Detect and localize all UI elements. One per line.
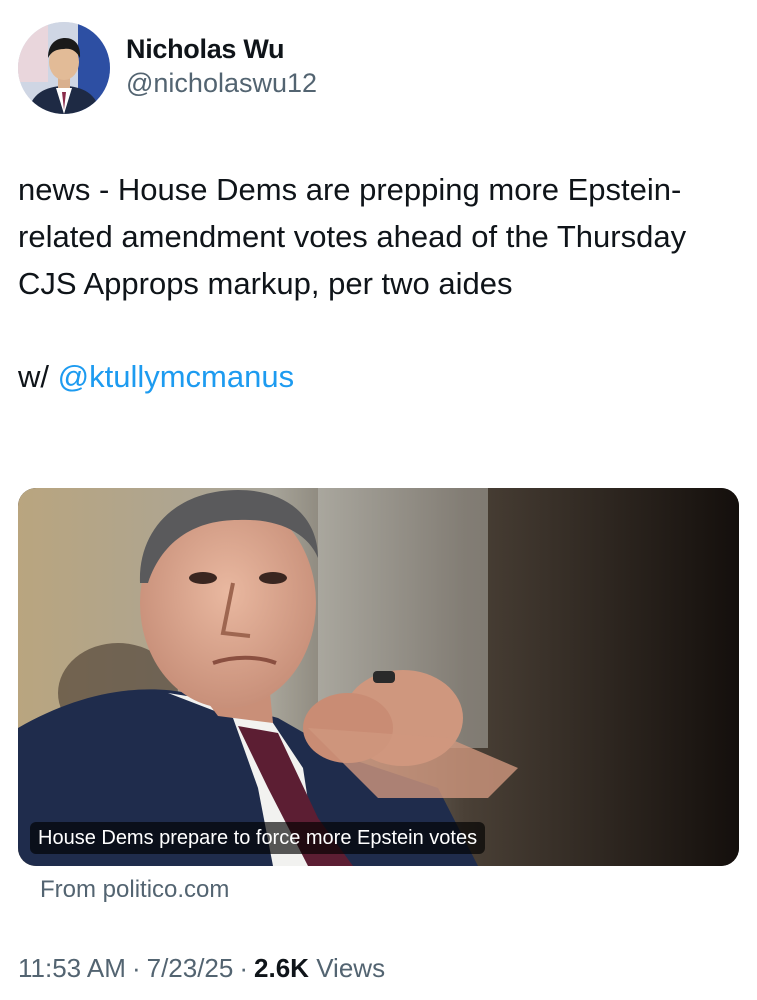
tweet-text: news - House Dems are prepping more Epst… bbox=[18, 166, 738, 400]
tweet-meta: 11:53 AM · 7/23/25 · 2.6K Views bbox=[18, 953, 385, 984]
tweet-date[interactable]: 7/23/25 bbox=[147, 953, 234, 983]
avatar-image bbox=[18, 22, 110, 114]
mention-link[interactable]: @ktullymcmanus bbox=[58, 359, 294, 394]
author-names: Nicholas Wu @nicholaswu12 bbox=[126, 32, 317, 100]
author-handle[interactable]: @nicholaswu12 bbox=[126, 66, 317, 100]
meta-separator: · bbox=[131, 953, 141, 983]
tweet: Nicholas Wu @nicholaswu12 news - House D… bbox=[0, 0, 757, 1000]
link-card[interactable]: House Dems prepare to force more Epstein… bbox=[18, 488, 739, 866]
card-image bbox=[18, 488, 739, 866]
avatar[interactable] bbox=[18, 22, 110, 114]
card-source[interactable]: From politico.com bbox=[40, 876, 229, 904]
views-count: 2.6K bbox=[254, 953, 309, 983]
tweet-text-main: news - House Dems are prepping more Epst… bbox=[18, 172, 687, 301]
author-display-name[interactable]: Nicholas Wu bbox=[126, 32, 317, 66]
meta-separator: · bbox=[239, 953, 249, 983]
views-label: Views bbox=[316, 953, 386, 983]
credit-prefix: w/ bbox=[18, 359, 58, 394]
tweet-time[interactable]: 11:53 AM bbox=[18, 953, 126, 983]
tweet-header: Nicholas Wu @nicholaswu12 bbox=[18, 22, 317, 114]
card-caption: House Dems prepare to force more Epstein… bbox=[30, 822, 486, 854]
tweet-text-credit: w/ @ktullymcmanus bbox=[18, 353, 738, 400]
